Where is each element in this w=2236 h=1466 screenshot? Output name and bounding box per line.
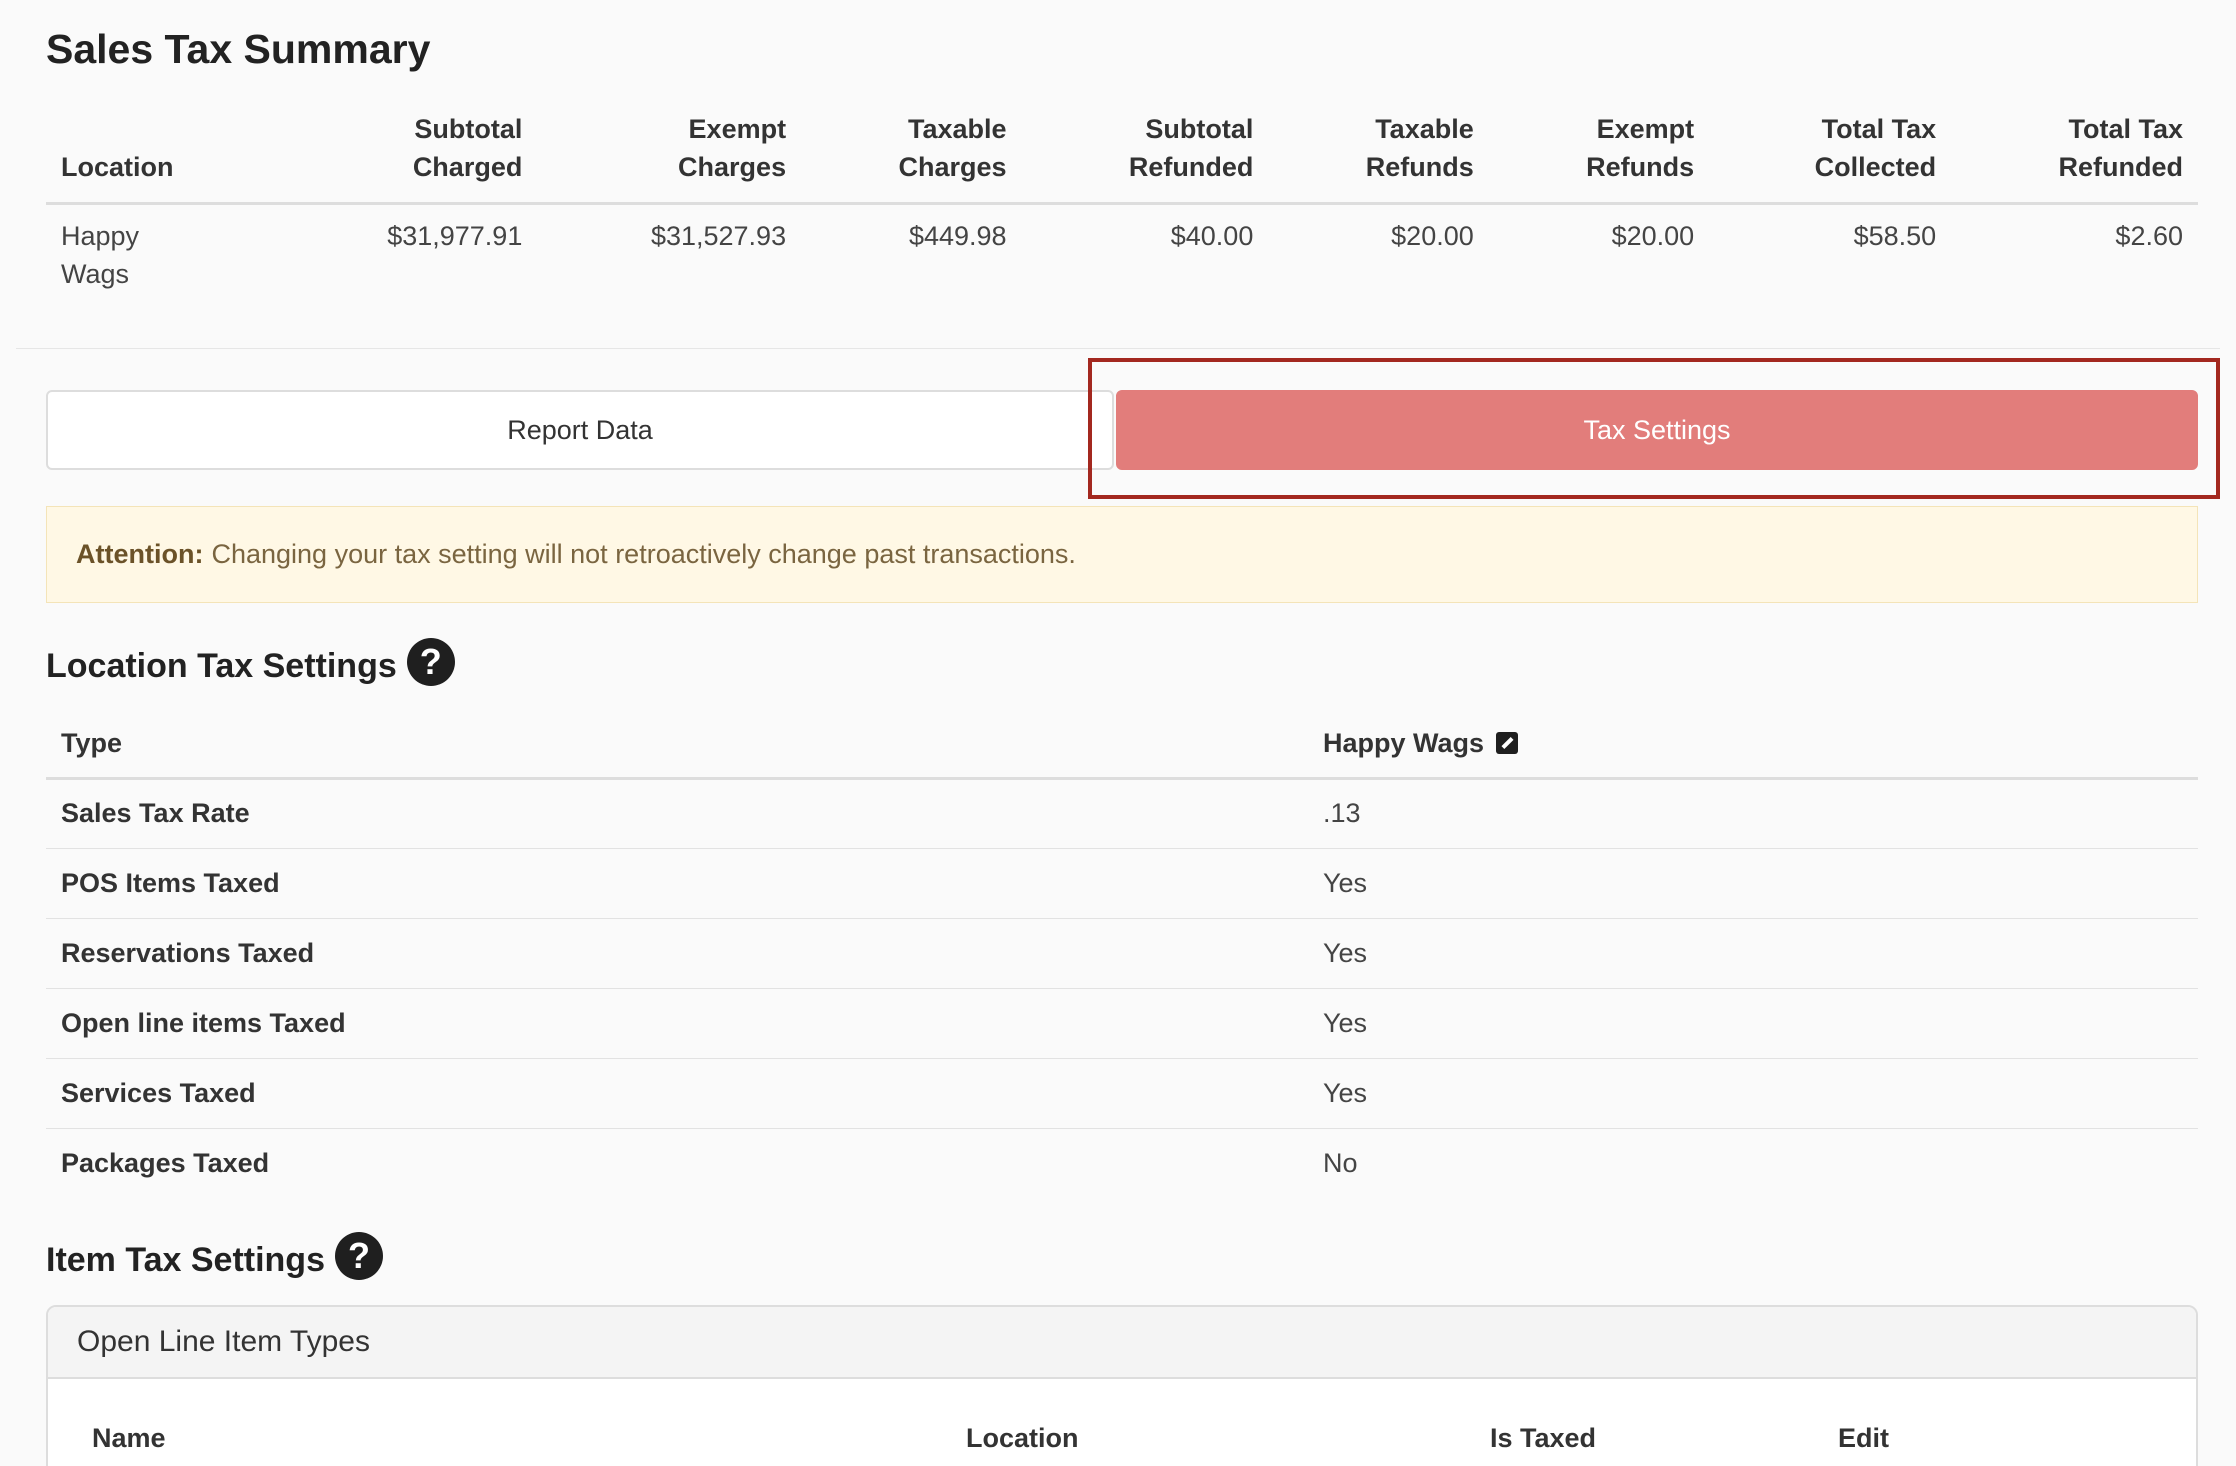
cell-value: .13 (1308, 778, 2198, 849)
sales-tax-report-page: Sales Tax Summary Location Subtotal Charg… (0, 0, 2236, 1466)
tab-tax-settings[interactable]: Tax Settings (1116, 390, 2198, 470)
column-header-total-tax-collected: Total Tax Collected (1709, 110, 1952, 205)
cell-value: Yes (1308, 918, 2198, 989)
cell-subtotal-charged: $31,977.91 (387, 221, 523, 251)
cell-location: Happy Wags (61, 221, 140, 289)
cell-type: Packages Taxed (61, 1147, 270, 1178)
table-row: Happy Wags $31,977.91 $31,527.93 $449.98 … (46, 204, 2198, 314)
table-row: POS Items Taxed Yes (46, 848, 2198, 919)
cell-type: Services Taxed (46, 1058, 1308, 1129)
column-header-taxable-refunds: Taxable Refunds (1268, 110, 1489, 205)
column-header-exempt-charges: Exempt Charges (537, 110, 802, 205)
edit-icon[interactable] (1496, 731, 1519, 754)
tax-header-row: Type Happy Wags (46, 710, 2198, 780)
column-header-subtotal-charged: Subtotal Charged (273, 110, 538, 205)
open-line-item-types-panel: Open Line Item Types Name Location Is Ta… (46, 1305, 2198, 1466)
table-row: Services Taxed Yes (46, 1058, 2198, 1129)
table-row: Packages Taxed No (46, 1128, 2198, 1198)
table-row: Reservations Taxed Yes (46, 918, 2198, 989)
cell-taxable-charges: $449.98 (908, 221, 1007, 251)
column-header-type: Type (46, 710, 1308, 780)
location-tax-settings-table: Type Happy Wags Sales Tax Rate .13 POS I… (46, 710, 2198, 1198)
column-header-location: Location (966, 1423, 1079, 1453)
summary-header-row: Location Subtotal Charged Exempt Charges T… (46, 110, 2198, 205)
section-divider (16, 348, 2220, 349)
item-tax-settings-heading: Item Tax Settings ? (46, 1232, 383, 1280)
cell-exempt-charges: $31,527.93 (650, 221, 787, 251)
column-header-exempt-refunds: Exempt Refunds (1488, 110, 1710, 205)
cell-value: Yes (1308, 988, 2198, 1059)
item-types-header-row: Name Location Is Taxed Edit (48, 1379, 2196, 1466)
sales-tax-summary-table: Location Subtotal Charged Exempt Charges T… (46, 110, 2198, 313)
column-header-edit: Edit (1838, 1423, 1889, 1453)
attention-message: Changing your tax setting will not retro… (211, 539, 1076, 569)
table-row: Open line items Taxed Yes (46, 988, 2198, 1059)
cell-value: Yes (1308, 1058, 2198, 1129)
column-header-is-taxed: Is Taxed (1490, 1423, 1597, 1453)
page-title: Sales Tax Summary (46, 26, 431, 72)
cell-type: Sales Tax Rate (46, 778, 1308, 849)
cell-type: Reservations Taxed (46, 918, 1308, 989)
question-circle-icon[interactable]: ? (335, 1232, 383, 1280)
attention-alert: Attention: Changing your tax setting wil… (46, 506, 2198, 603)
cell-type: Open line items Taxed (46, 988, 1308, 1059)
column-header-taxable-charges: Taxable Charges (801, 110, 1022, 205)
cell-type: POS Items Taxed (46, 848, 1308, 919)
section-title: Item Tax Settings (46, 1240, 325, 1279)
table-row: Sales Tax Rate .13 (46, 778, 2198, 849)
location-name: Happy Wags (1323, 727, 1485, 758)
attention-label: Attention: (76, 539, 204, 569)
location-tax-settings-heading: Location Tax Settings ? (46, 638, 455, 686)
column-header-name: Name (92, 1423, 166, 1453)
column-header-total-tax-refunded: Total Tax Refunded (1951, 110, 2198, 205)
cell-value: No (1323, 1147, 1358, 1178)
cell-total-tax-refunded: $2.60 (2115, 221, 2183, 251)
column-header-location: Happy Wags (1308, 710, 2198, 780)
panel-title: Open Line Item Types (48, 1307, 2196, 1379)
tab-report-data[interactable]: Report Data (46, 390, 1114, 470)
column-header-location: Location (46, 110, 274, 205)
section-title: Location Tax Settings (46, 646, 397, 685)
question-circle-icon[interactable]: ? (406, 638, 455, 686)
column-header-subtotal-refunded: Subtotal Refunded (1021, 110, 1269, 205)
cell-taxable-refunds: $20.00 (1391, 221, 1474, 251)
cell-total-tax-collected: $58.50 (1853, 221, 1937, 251)
cell-exempt-refunds: $20.00 (1611, 221, 1695, 251)
cell-value: Yes (1308, 848, 2198, 919)
cell-subtotal-refunded: $40.00 (1170, 221, 1254, 251)
